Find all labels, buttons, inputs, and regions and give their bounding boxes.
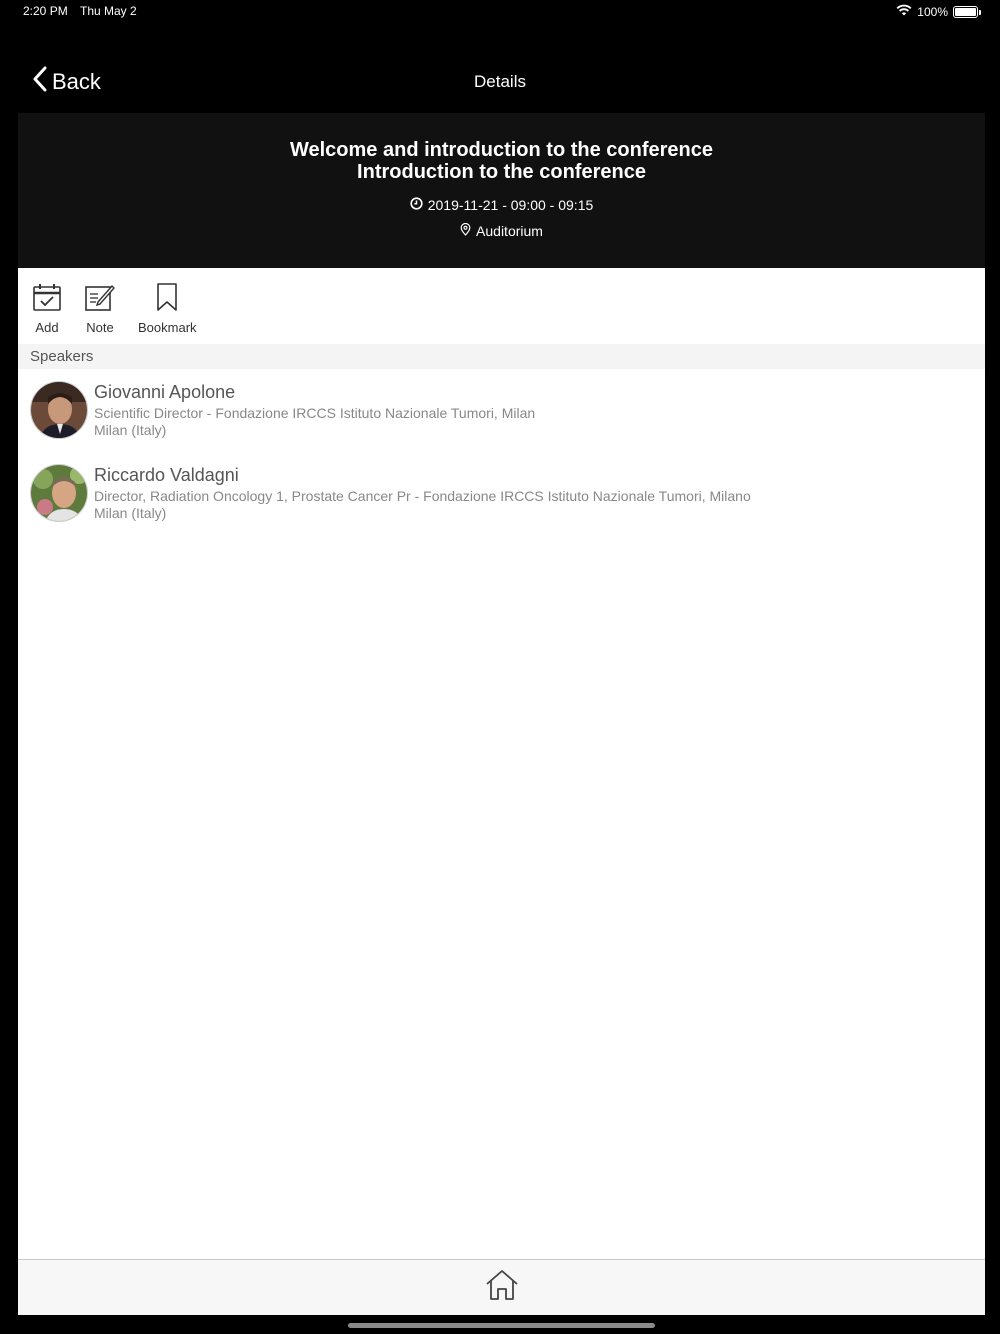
location-text: Auditorium [476,223,543,239]
session-header: Welcome and introduction to the conferen… [18,113,985,268]
battery-icon [953,5,981,18]
action-bar: Add Note Bookmark [18,268,985,344]
battery-percent: 100% [917,4,948,19]
bookmark-icon [152,282,182,320]
speaker-row[interactable]: Riccardo Valdagni Director, Radiation On… [18,452,985,535]
location-pin-icon [460,222,471,239]
speaker-info: Giovanni Apolone Scientific Director - F… [94,381,535,439]
speaker-info: Riccardo Valdagni Director, Radiation On… [94,464,751,522]
page-title: Details [474,72,526,91]
speaker-location: Milan (Italy) [94,422,167,438]
status-time: 2:20 PM [23,4,68,18]
note-label: Note [86,320,114,335]
nav-bar: Back Details [0,56,1000,108]
speakers-section-header: Speakers [18,344,985,369]
clock-icon [410,197,423,213]
content-panel: Welcome and introduction to the conferen… [18,113,985,1315]
add-button[interactable]: Add [32,282,62,344]
session-title: Welcome and introduction to the conferen… [289,139,713,161]
bookmark-label: Bookmark [138,320,197,335]
status-right: 100% [896,4,981,19]
wifi-icon [896,4,912,19]
speaker-role: Director, Radiation Oncology 1, Prostate… [94,488,751,504]
add-label: Add [35,320,59,335]
edit-note-icon [84,282,116,320]
bookmark-button[interactable]: Bookmark [138,282,197,344]
home-icon[interactable] [484,1269,520,1306]
session-datetime: 2019-11-21 - 09:00 - 09:15 [18,197,985,213]
home-indicator[interactable] [348,1323,655,1328]
status-date: Thu May 2 [80,4,137,18]
speaker-avatar [30,464,88,522]
note-button[interactable]: Note [84,282,116,344]
session-subtitle: Introduction to the conference [357,161,646,183]
datetime-text: 2019-11-21 - 09:00 - 09:15 [427,197,594,213]
speaker-row[interactable]: Giovanni Apolone Scientific Director - F… [18,369,985,452]
speaker-avatar [30,381,88,439]
calendar-check-icon [32,282,62,320]
speaker-role: Scientific Director - Fondazione IRCCS I… [94,405,536,421]
session-location: Auditorium [18,222,985,239]
speaker-name: Riccardo Valdagni [94,465,239,485]
speaker-location: Milan (Italy) [94,505,167,521]
status-bar: 2:20 PM Thu May 2 100% [0,0,1000,24]
tab-bar [18,1259,985,1315]
speaker-name: Giovanni Apolone [94,382,236,402]
